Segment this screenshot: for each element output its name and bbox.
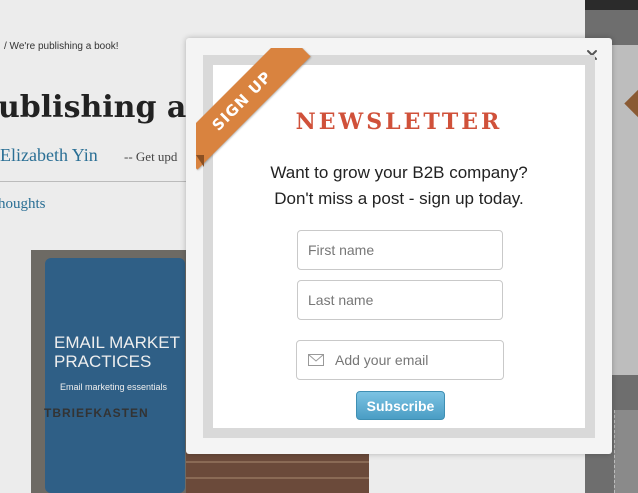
image-mailbox-label: TBRIEFKASTEN [44,406,149,420]
image-title-line1: EMAIL MARKET [54,333,180,352]
mailbox-graphic [45,258,185,493]
image-subtitle: Email marketing essentials [60,382,168,392]
category-link[interactable]: houghts [0,196,46,213]
last-name-field[interactable] [297,280,503,320]
breadcrumb: / We're publishing a book! [4,41,119,52]
newsletter-modal: NEWSLETTER Want to grow your B2B company… [186,38,612,454]
signup-ribbon: SIGN UP [196,48,311,170]
ribbon-fold [196,155,204,167]
signup-ribbon-container: SIGN UP [196,48,326,178]
image-title-line2: PRACTICES [54,352,152,371]
first-name-field[interactable] [297,230,503,270]
envelope-icon [308,354,324,366]
email-field[interactable] [296,340,504,380]
pitch-line-2: Don't miss a post - sign up today. [274,189,524,208]
email-field-wrapper [296,340,504,380]
author-note: -- Get upd [124,149,178,164]
image-title: EMAIL MARKET PRACTICES [54,333,180,371]
author-link[interactable]: Elizabeth Yin [0,145,98,166]
divider [0,181,190,182]
background-top-bar [585,0,638,10]
background-side-strip [614,410,638,493]
subscribe-button[interactable]: Subscribe [356,391,445,420]
